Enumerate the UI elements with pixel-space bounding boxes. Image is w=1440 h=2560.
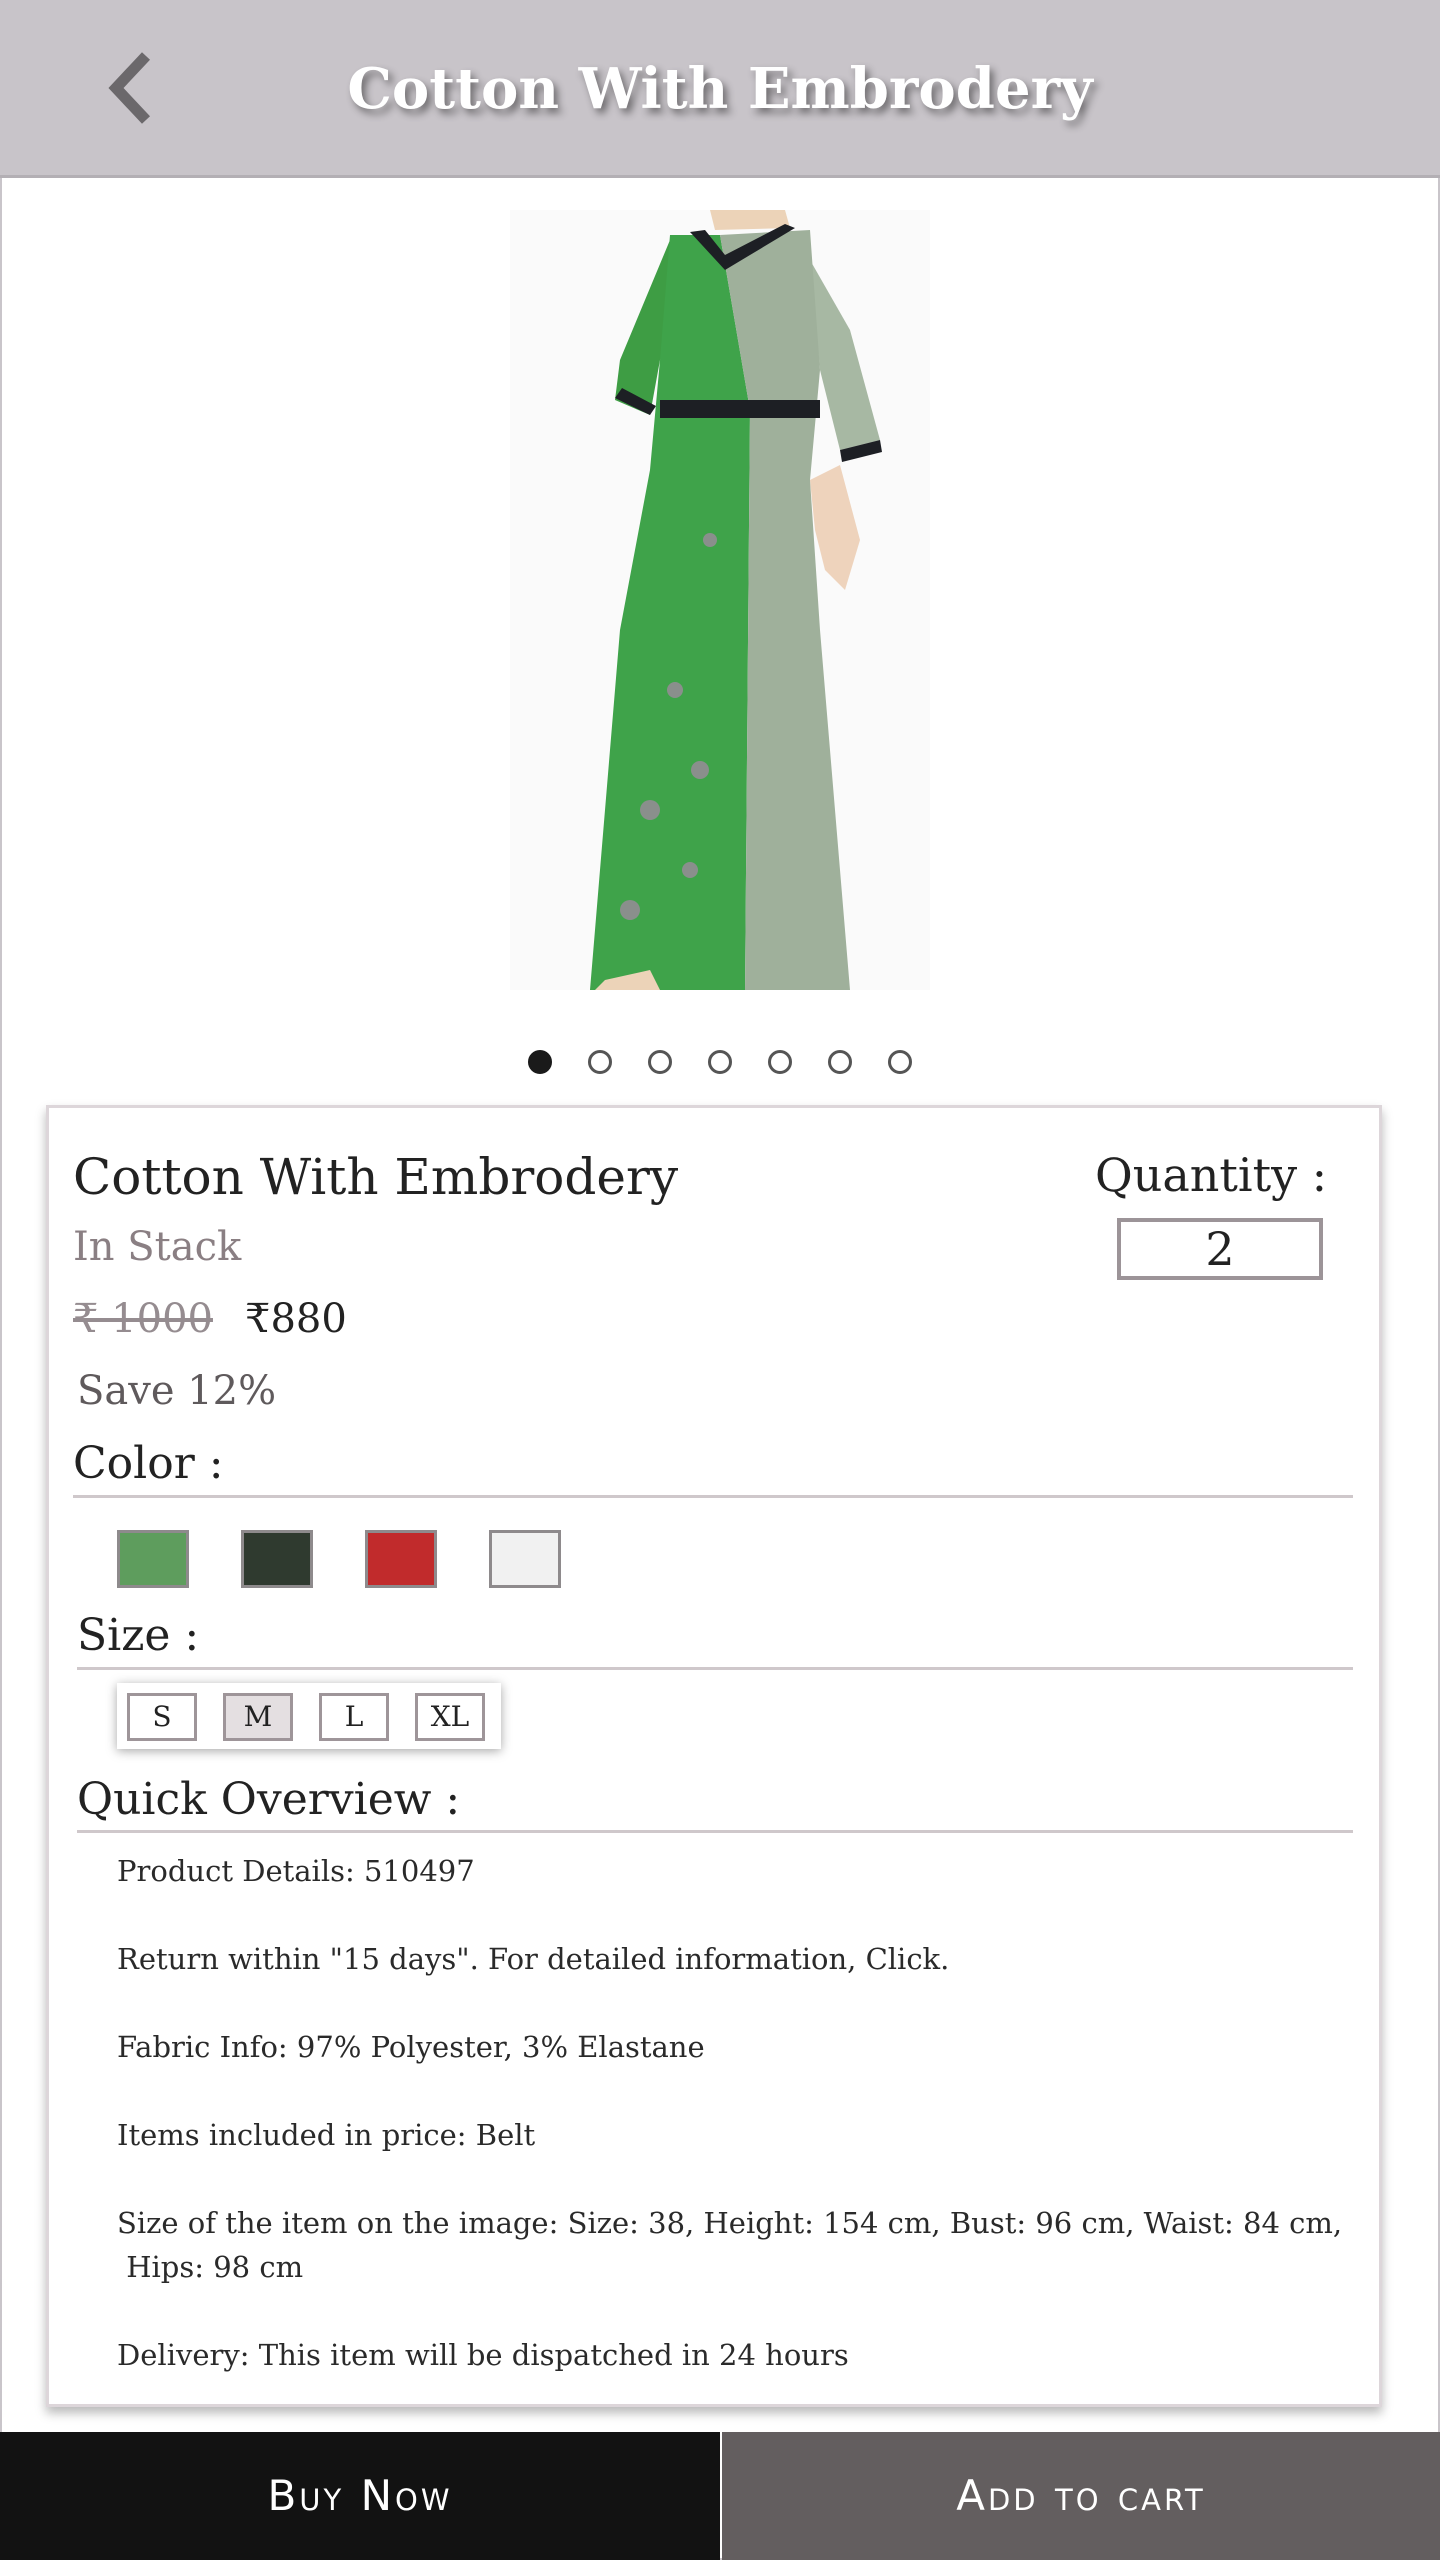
carousel-dot[interactable] [828, 1050, 852, 1074]
overview-item-size-hips: Hips: 98 cm [117, 2250, 304, 2284]
carousel-dot[interactable] [888, 1050, 912, 1074]
stock-status: In Stack [73, 1224, 242, 1270]
carousel-indicator [0, 1050, 1440, 1082]
size-label: Size : [77, 1610, 200, 1661]
carousel-dot[interactable] [708, 1050, 732, 1074]
color-swatch-dark-green[interactable] [241, 1530, 313, 1588]
carousel-dot[interactable] [528, 1050, 552, 1074]
add-to-cart-button[interactable]: Add to cart [722, 2432, 1440, 2560]
color-divider [73, 1495, 1353, 1498]
carousel-dot[interactable] [648, 1050, 672, 1074]
app-header: Cotton With Embrodery [0, 0, 1440, 178]
product-details-card: Cotton With Embrodery In Stack ₹ 1000 ₹8… [46, 1105, 1382, 2407]
action-bar: Buy Now Add to cart [0, 2432, 1440, 2560]
buy-now-button[interactable]: Buy Now [0, 2432, 720, 2560]
size-option-l[interactable]: L [319, 1693, 389, 1741]
carousel-dot[interactable] [588, 1050, 612, 1074]
color-swatch-white[interactable] [489, 1530, 561, 1588]
carousel-dot[interactable] [768, 1050, 792, 1074]
overview-return-policy[interactable]: Return within "15 days". For detailed in… [117, 1942, 949, 1976]
current-price: ₹880 [245, 1296, 347, 1342]
quantity-field[interactable]: 2 [1117, 1218, 1323, 1280]
overview-product-details: Product Details: 510497 [117, 1854, 475, 1888]
color-swatch-red[interactable] [365, 1530, 437, 1588]
quantity-label: Quantity : [1095, 1148, 1328, 1202]
overview-divider [77, 1830, 1353, 1833]
dress-image [510, 210, 930, 990]
overview-delivery: Delivery: This item will be dispatched i… [117, 2338, 849, 2372]
overview-item-size: Size of the item on the image: Size: 38,… [117, 2206, 1343, 2240]
size-selector: S M L XL [117, 1683, 501, 1749]
discount-label: Save 12% [77, 1368, 277, 1414]
color-swatch-green[interactable] [117, 1530, 189, 1588]
overview-label: Quick Overview : [77, 1774, 461, 1825]
product-title: Cotton With Embrodery [73, 1148, 679, 1206]
page-title: Cotton With Embrodery [347, 56, 1093, 122]
original-price: ₹ 1000 [73, 1296, 213, 1342]
product-image[interactable] [510, 210, 930, 990]
color-label: Color : [73, 1438, 224, 1489]
size-option-s[interactable]: S [127, 1693, 197, 1741]
size-option-m[interactable]: M [223, 1693, 293, 1741]
overview-fabric-info: Fabric Info: 97% Polyester, 3% Elastane [117, 2030, 705, 2064]
size-option-xl[interactable]: XL [415, 1693, 485, 1741]
size-divider [77, 1667, 1353, 1670]
overview-items-included: Items included in price: Belt [117, 2118, 536, 2152]
